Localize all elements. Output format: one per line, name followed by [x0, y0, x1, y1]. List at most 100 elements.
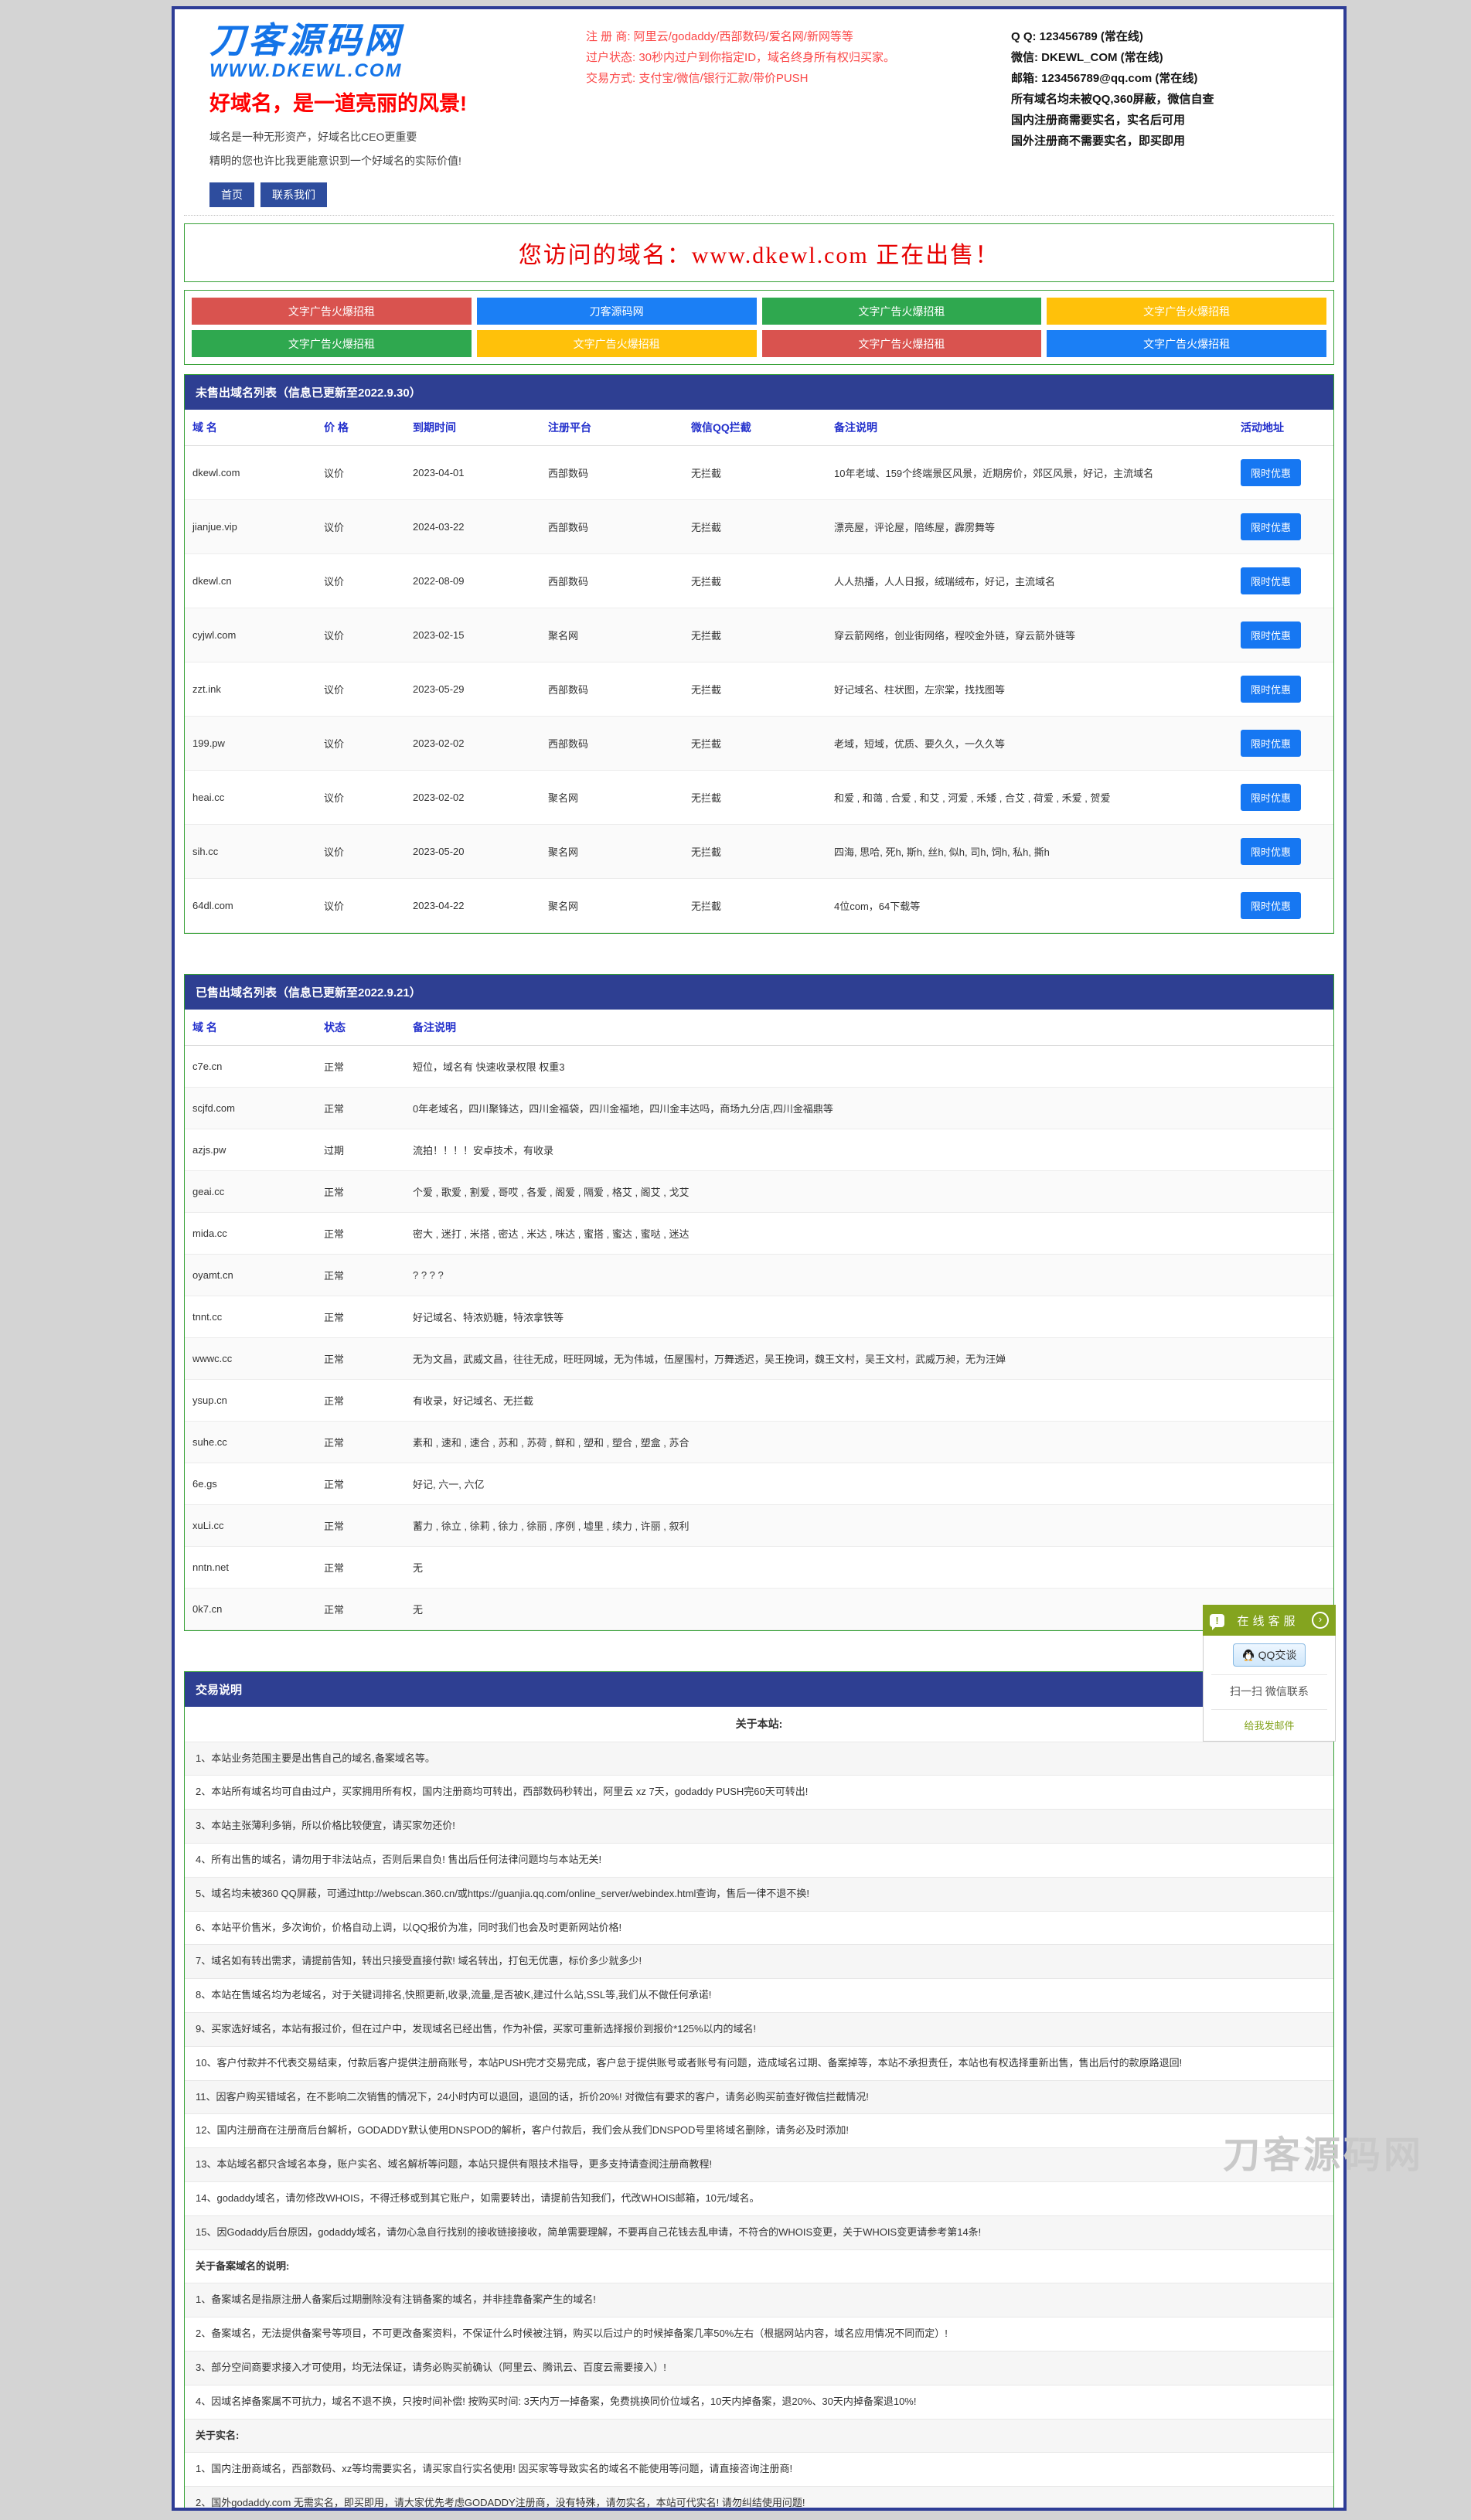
column-header: 域 名 — [185, 410, 316, 446]
note-cell: 无 — [405, 1547, 1333, 1589]
note-cell: 人人热播，人人日报，绒瑞绒布，好记，主流域名 — [826, 554, 1233, 608]
column-header: 备注说明 — [405, 1010, 1333, 1046]
domain-cell: nntn.net — [185, 1547, 316, 1589]
table-row: xuLi.cc正常蓄力 , 徐立 , 徐莉 , 徐力 , 徐丽 , 序例 , 墟… — [185, 1505, 1333, 1547]
note-cell: 无 — [405, 1589, 1333, 1630]
domain-cell: jianjue.vip — [185, 500, 316, 554]
note-cell: 蓄力 , 徐立 , 徐莉 , 徐力 , 徐丽 , 序例 , 墟里 , 续力 , … — [405, 1505, 1333, 1547]
action-cell: 限时优惠 — [1233, 446, 1333, 500]
collapse-arrow-icon[interactable]: › — [1312, 1612, 1329, 1629]
ad-slot[interactable]: 文字广告火爆招租 — [477, 330, 757, 357]
note-cell: 好记域名、柱状图，左宗棠，找找图等 — [826, 662, 1233, 717]
status-cell: 正常 — [316, 1088, 405, 1129]
promo-button[interactable]: 限时优惠 — [1241, 676, 1301, 703]
ad-slot[interactable]: 文字广告火爆招租 — [762, 330, 1042, 357]
table-row: 0k7.cn正常无 — [185, 1589, 1333, 1630]
unsold-domains-panel: 未售出域名列表（信息已更新至2022.9.30） 域 名价 格到期时间注册平台微… — [184, 374, 1334, 934]
expire-cell: 2023-04-22 — [405, 879, 540, 933]
ad-slot[interactable]: 文字广告火爆招租 — [192, 298, 472, 325]
domain-cell: zzt.ink — [185, 662, 316, 717]
note-cell: 有收录，好记域名、无拦截 — [405, 1380, 1333, 1422]
notice-item: 11、因客户购买错域名，在不影响二次销售的情况下，24小时内可以退回，退回的话，… — [185, 2081, 1333, 2115]
table-row: heai.cc议价2023-02-02聚名网无拦截和爱 , 和蔼 , 合爱 , … — [185, 771, 1333, 825]
notice-item: 2、本站所有域名均可自由过户，买家拥用所有权，国内注册商均可转出，西部数码秒转出… — [185, 1776, 1333, 1810]
promo-button[interactable]: 限时优惠 — [1241, 730, 1301, 757]
logo-title: 刀客源码网 — [209, 22, 577, 59]
nav-home-button[interactable]: 首页 — [209, 182, 254, 207]
watermark: 刀客源码网 — [1223, 2124, 1424, 2178]
domain-cell: tnnt.cc — [185, 1296, 316, 1338]
qq-chat-button[interactable]: QQ交谈 — [1233, 1643, 1306, 1667]
table-row: jianjue.vip议价2024-03-22西部数码无拦截漂亮屋，评论屋，陪练… — [185, 500, 1333, 554]
sold-panel-title: 已售出域名列表（信息已更新至2022.9.21） — [185, 975, 1333, 1010]
domain-sale-banner: 您访问的域名：www.dkewl.com 正在出售！ — [184, 223, 1334, 282]
table-row: 199.pw议价2023-02-02西部数码无拦截老域，短域，优质、要久久，一久… — [185, 717, 1333, 771]
domain-cell: azjs.pw — [185, 1129, 316, 1171]
note-cell: 好记域名、特浓奶糖，特浓拿铁等 — [405, 1296, 1333, 1338]
expire-cell: 2023-02-02 — [405, 717, 540, 771]
column-header: 价 格 — [316, 410, 405, 446]
domain-cell: oyamt.cn — [185, 1255, 316, 1296]
ad-slot[interactable]: 刀客源码网 — [477, 298, 757, 325]
unsold-domains-table: 域 名价 格到期时间注册平台微信QQ拦截备注说明活动地址 dkewl.com议价… — [185, 410, 1333, 933]
qq-chat-label: QQ交谈 — [1258, 1647, 1297, 1663]
platform-cell: 聚名网 — [540, 771, 683, 825]
note-cell: 4位com，64下载等 — [826, 879, 1233, 933]
email-link[interactable]: 给我发邮件 — [1211, 1709, 1327, 1736]
promo-button[interactable]: 限时优惠 — [1241, 621, 1301, 649]
promo-button[interactable]: 限时优惠 — [1241, 838, 1301, 865]
platform-cell: 聚名网 — [540, 608, 683, 662]
expire-cell: 2023-05-29 — [405, 662, 540, 717]
status-cell: 正常 — [316, 1046, 405, 1088]
notice-section-heading: 关于实名: — [185, 2420, 1333, 2454]
table-row: 64dl.com议价2023-04-22聚名网无拦截4位com，64下载等限时优… — [185, 879, 1333, 933]
registrar-info-line: 注 册 商: 阿里云/godaddy/西部数码/爱名网/新网等等 — [586, 26, 965, 47]
table-row: scjfd.com正常0年老域名，四川聚锋达，四川金福袋，四川金福地，四川金丰达… — [185, 1088, 1333, 1129]
table-row: oyamt.cn正常? ? ? ? — [185, 1255, 1333, 1296]
online-service-widget: ! 在线客服 › QQ交谈 扫一扫 微信联系 给我发邮件 — [1203, 1605, 1336, 1742]
ad-slot[interactable]: 文字广告火爆招租 — [1047, 298, 1326, 325]
promo-button[interactable]: 限时优惠 — [1241, 513, 1301, 540]
note-cell: 流拍！！！！安卓技术，有收录 — [405, 1129, 1333, 1171]
platform-cell: 西部数码 — [540, 500, 683, 554]
status-cell: 过期 — [316, 1129, 405, 1171]
platform-cell: 西部数码 — [540, 717, 683, 771]
trade-notice-body: 关于本站:1、本站业务范围主要是出售自己的域名,备案域名等。2、本站所有域名均可… — [185, 1707, 1333, 2511]
domain-cell: cyjwl.com — [185, 608, 316, 662]
notice-item: 6、本站平价售米，多次询价，价格自动上调，以QQ报价为准，同时我们也会及时更新网… — [185, 1912, 1333, 1946]
domain-cell: c7e.cn — [185, 1046, 316, 1088]
table-row: 6e.gs正常好记, 六一, 六亿 — [185, 1463, 1333, 1505]
domain-cell: mida.cc — [185, 1213, 316, 1255]
promo-button[interactable]: 限时优惠 — [1241, 459, 1301, 486]
table-row: azjs.pw过期流拍！！！！安卓技术，有收录 — [185, 1129, 1333, 1171]
notice-item: 12、国内注册商在注册商后台解析，GODADDY默认使用DNSPOD的解析，客户… — [185, 2114, 1333, 2148]
notice-item: 14、godaddy域名，请勿修改WHOIS，不得迁移或到其它账户，如需要转出，… — [185, 2182, 1333, 2216]
promo-button[interactable]: 限时优惠 — [1241, 567, 1301, 594]
site-header: 刀客源码网 WWW.DKEWL.COM 好域名，是一道亮丽的风景! 域名是一种无… — [175, 9, 1343, 212]
nav-contact-button[interactable]: 联系我们 — [260, 182, 327, 207]
note-cell: 老域，短域，优质、要久久，一久久等 — [826, 717, 1233, 771]
action-cell: 限时优惠 — [1233, 879, 1333, 933]
chat-bubble-icon: ! — [1210, 1614, 1224, 1627]
domain-cell: 6e.gs — [185, 1463, 316, 1505]
block-cell: 无拦截 — [683, 608, 826, 662]
notice-item: 5、域名均未被360 QQ屏蔽，可通过http://webscan.360.cn… — [185, 1878, 1333, 1912]
expire-cell: 2023-02-02 — [405, 771, 540, 825]
domain-cell: 0k7.cn — [185, 1589, 316, 1630]
ad-slot[interactable]: 文字广告火爆招租 — [1047, 330, 1326, 357]
promo-button[interactable]: 限时优惠 — [1241, 892, 1301, 919]
note-cell: ? ? ? ? — [405, 1255, 1333, 1296]
notice-item: 3、部分空间商要求接入才可使用，均无法保证，请务必购买前确认（阿里云、腾讯云、百… — [185, 2351, 1333, 2385]
price-cell: 议价 — [316, 879, 405, 933]
ad-slot[interactable]: 文字广告火爆招租 — [192, 330, 472, 357]
table-row: tnnt.cc正常好记域名、特浓奶糖，特浓拿铁等 — [185, 1296, 1333, 1338]
online-service-header: ! 在线客服 › — [1203, 1605, 1336, 1636]
domain-cell: wwwc.cc — [185, 1338, 316, 1380]
note-cell: 无为文昌，武威文昌，往往无成，旺旺网城，无为伟城，伍屋围村，万舞透迟，吴王挽词，… — [405, 1338, 1333, 1380]
registrar-info-line: 过户状态: 30秒内过户到你指定ID，域名终身所有权归买家。 — [586, 47, 965, 68]
note-cell: 素和 , 速和 , 速合 , 苏和 , 苏荷 , 鲜和 , 塑和 , 塑合 , … — [405, 1422, 1333, 1463]
promo-button[interactable]: 限时优惠 — [1241, 784, 1301, 811]
table-row: sih.cc议价2023-05-20聚名网无拦截四海, 思哈, 死h, 斯h, … — [185, 825, 1333, 879]
ad-slot[interactable]: 文字广告火爆招租 — [762, 298, 1042, 325]
column-header: 状态 — [316, 1010, 405, 1046]
